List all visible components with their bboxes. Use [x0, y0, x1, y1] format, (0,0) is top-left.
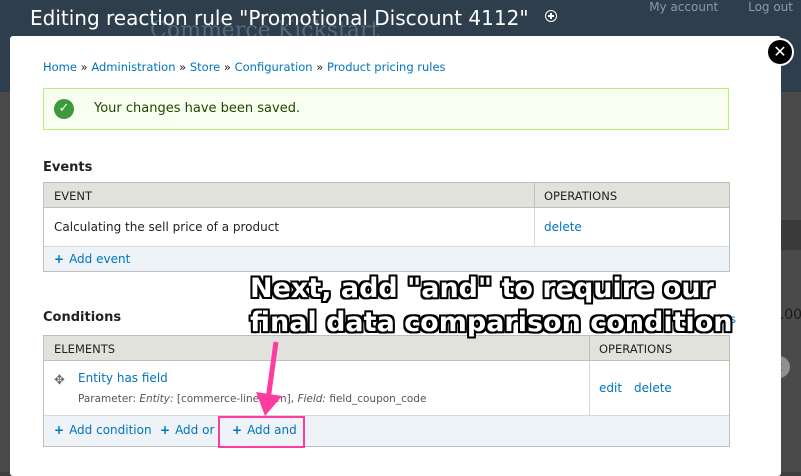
add-condition-label: Add condition [69, 423, 152, 437]
breadcrumb-separator: » [316, 60, 324, 74]
close-button[interactable]: ✕ [766, 38, 794, 66]
close-icon: ✕ [773, 42, 787, 61]
plus-icon: + [54, 252, 65, 266]
breadcrumb-separator: » [179, 60, 187, 74]
param-field-key: Field: [297, 393, 326, 405]
add-or-link[interactable]: + Add or [160, 423, 214, 437]
column-divider [534, 208, 535, 246]
conditions-table-footer: + Add condition + Add or + Add and [44, 416, 729, 446]
annotation-line-2: final data comparison condition [250, 307, 733, 338]
header-operations: OPERATIONS [599, 342, 673, 356]
header-elements: ELEMENTS [54, 342, 116, 356]
breadcrumb-administration[interactable]: Administration [91, 60, 175, 74]
annotation-callout: Next, add "and" to require our final dat… [250, 272, 733, 340]
conditions-title: Conditions [43, 310, 122, 325]
event-label: Calculating the sell price of a product [54, 220, 280, 234]
overlay-title: Editing reaction rule "Promotional Disco… [30, 6, 557, 30]
add-and-highlight-box [218, 416, 305, 448]
add-event-link[interactable]: + Add event [54, 252, 130, 266]
annotation-line-1: Next, add "and" to require our [250, 273, 714, 304]
events-table: EVENT OPERATIONS Calculating the sell pr… [43, 182, 730, 272]
table-row: ✥ Entity has field Parameter: Entity: [c… [44, 361, 729, 416]
add-condition-link[interactable]: + Add condition [54, 423, 152, 437]
events-table-header: EVENT OPERATIONS [44, 183, 729, 208]
breadcrumb-configuration[interactable]: Configuration [235, 60, 313, 74]
conditions-table: ELEMENTS OPERATIONS ✥ Entity has field P… [43, 335, 730, 447]
add-shortcut-icon[interactable] [544, 10, 557, 22]
add-event-label: Add event [69, 252, 131, 266]
breadcrumb-separator: » [223, 60, 231, 74]
drag-handle-icon[interactable]: ✥ [54, 373, 65, 388]
header-event: EVENT [54, 189, 93, 203]
event-delete-link[interactable]: delete [544, 220, 582, 234]
status-text: Your changes have been saved. [94, 101, 301, 116]
header-operations: OPERATIONS [544, 189, 618, 203]
overlay-title-text: Editing reaction rule "Promotional Disco… [30, 6, 529, 30]
overlay-modal: Home » Administration » Store » Configur… [10, 36, 781, 476]
breadcrumb-home[interactable]: Home [43, 60, 77, 74]
condition-edit-link[interactable]: edit [599, 381, 622, 395]
param-label: Parameter: [78, 393, 136, 405]
events-title: Events [43, 160, 93, 175]
breadcrumb-separator: » [80, 60, 88, 74]
breadcrumb-store[interactable]: Store [190, 60, 220, 74]
param-field-value: field_coupon_code [329, 393, 427, 405]
column-divider [589, 361, 590, 415]
condition-label[interactable]: Entity has field [78, 371, 168, 385]
condition-delete-link[interactable]: delete [634, 381, 672, 395]
add-or-label: Add or [175, 423, 215, 437]
events-table-footer: + Add event [44, 247, 729, 271]
column-divider [534, 183, 535, 207]
status-message: ✓ Your changes have been saved. [43, 88, 729, 130]
account-links: My account Log out [623, 0, 793, 14]
breadcrumb: Home » Administration » Store » Configur… [43, 60, 446, 74]
condition-parameters: Parameter: Entity: [commerce-line-item],… [78, 393, 426, 405]
plus-icon: + [54, 423, 65, 437]
param-entity-key: Entity: [139, 393, 174, 405]
table-row: Calculating the sell price of a product … [44, 208, 729, 247]
plus-icon: + [160, 423, 171, 437]
logout-link[interactable]: Log out [748, 0, 793, 14]
my-account-link[interactable]: My account [649, 0, 718, 14]
param-entity-value: [commerce-line-item], [176, 393, 295, 405]
breadcrumb-product-pricing-rules[interactable]: Product pricing rules [327, 60, 446, 74]
check-icon: ✓ [54, 99, 74, 119]
